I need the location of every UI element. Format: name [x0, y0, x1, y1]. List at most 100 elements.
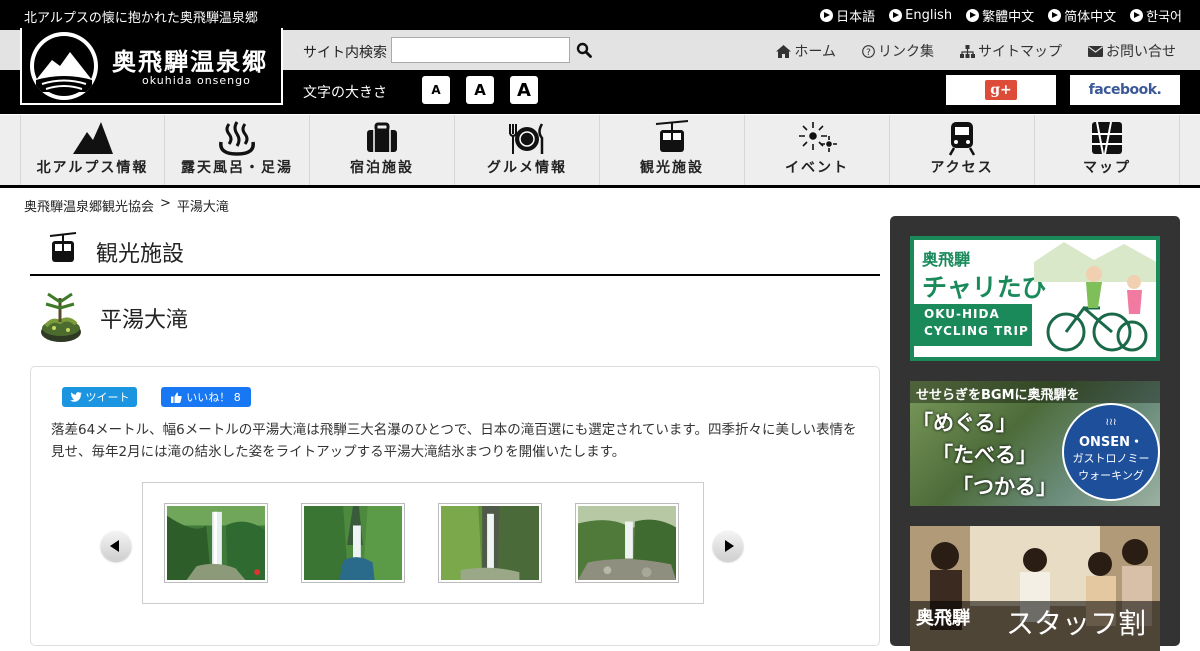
waterfall-photo-icon — [578, 506, 676, 580]
fireworks-icon — [799, 122, 837, 152]
sitemap-link[interactable]: サイトマップ — [960, 41, 1062, 61]
map-icon — [1092, 121, 1122, 155]
lang-korean[interactable]: 한국어 — [1130, 6, 1182, 25]
nav-label: マップ — [1083, 160, 1131, 176]
nav-sightseeing[interactable]: 観光施設 — [600, 115, 745, 185]
font-size-small-button[interactable]: A — [422, 76, 450, 104]
envelope-icon — [1088, 45, 1103, 57]
font-size-medium-button[interactable]: A — [466, 76, 494, 104]
site-tagline: 北アルプスの懐に抱かれた奥飛騨温泉郷 — [24, 11, 258, 26]
gallery-thumb-4[interactable] — [575, 503, 679, 583]
facebook-like-button[interactable]: いいね！ 8 — [161, 387, 251, 407]
gallery-thumb-3[interactable] — [438, 503, 542, 583]
home-link[interactable]: ホーム — [776, 41, 836, 61]
ropeway-icon — [49, 232, 77, 262]
like-label: いいね！ 8 — [186, 391, 241, 404]
nav-label: 宿泊施設 — [350, 160, 414, 176]
badge-text: ウォーキング — [1078, 469, 1144, 482]
google-plus-icon: g+ — [985, 80, 1017, 100]
lang-label: 简体中文 — [1064, 10, 1117, 25]
nav-accommodation[interactable]: 宿泊施設 — [310, 115, 455, 185]
arrow-circle-icon — [966, 9, 980, 22]
banner-text: 「めぐる」 — [912, 411, 1017, 435]
home-icon — [776, 44, 792, 58]
nav-map[interactable]: マップ — [1035, 115, 1180, 185]
top-bar: 北アルプスの懐に抱かれた奥飛騨温泉郷 日本語 English 繁體中文 简体中文… — [0, 0, 1200, 30]
question-icon: ? — [862, 44, 875, 58]
contact-link-label: お問い合せ — [1106, 44, 1176, 60]
banner-text: せせらぎをBGMに奥飛騨を — [916, 388, 1080, 403]
lang-label: 한국어 — [1146, 10, 1182, 25]
onsen-badge: ≀≀≀ ONSEN・ ガストロノミー ウォーキング — [1062, 403, 1160, 501]
font-size-label: 文字の大きさ — [303, 85, 387, 101]
arrow-circle-icon — [1048, 9, 1062, 22]
twitter-bird-icon — [69, 392, 82, 402]
main-nav: 北アルプス情報 露天風呂・足湯 宿泊施設 グルメ情報 観光施設 イベント アクセ… — [20, 115, 1180, 185]
onsen-gastronomy-banner[interactable]: せせらぎをBGMに奥飛騨を 「めぐる」 「たべる」 「つかる」 ≀≀≀ ONSE… — [910, 381, 1160, 506]
lang-japanese[interactable]: 日本語 — [820, 6, 875, 25]
section-title: 観光施設 — [96, 242, 185, 267]
banner-text: スタッフ割 — [1006, 607, 1147, 640]
waterfall-photo-icon — [304, 506, 402, 580]
lang-simplified-chinese[interactable]: 简体中文 — [1048, 6, 1116, 25]
nav-label: イベント — [785, 160, 849, 176]
content-card: ツイート いいね！ 8 落差64メートル、幅6メートルの平湯大滝は飛騨三大名瀑の… — [30, 366, 880, 646]
nav-label: 露天風呂・足湯 — [181, 160, 293, 176]
sitemap-link-label: サイトマップ — [978, 44, 1062, 60]
nav-label: アクセス — [930, 160, 994, 176]
ropeway-icon — [655, 120, 689, 152]
staff-discount-banner[interactable]: 奥飛騨 スタッフ割 — [910, 526, 1160, 651]
cycling-trip-banner[interactable]: 奥飛騨 チャリたび OKU-HIDA CYCLING TRIP — [910, 236, 1160, 361]
lang-english[interactable]: English — [889, 6, 952, 25]
section-header: 観光施設 — [30, 226, 880, 276]
search-label: サイト内検索 — [303, 45, 387, 61]
facebook-button[interactable]: facebook. — [1070, 75, 1180, 105]
lang-label: 日本語 — [836, 10, 876, 25]
train-icon — [948, 122, 976, 156]
item-title: 平湯大滝 — [100, 308, 189, 333]
mountain-logo-icon — [30, 32, 98, 100]
nav-hot-springs[interactable]: 露天風呂・足湯 — [165, 115, 310, 185]
breadcrumb-separator: > — [160, 196, 171, 211]
gallery-prev-button[interactable] — [101, 531, 131, 561]
site-logo[interactable]: 奥飛騨温泉郷 okuhida onsengo — [20, 28, 283, 105]
breadcrumb-current: 平湯大滝 — [176, 200, 229, 215]
nav-label: 観光施設 — [640, 160, 704, 176]
nav-north-alps[interactable]: 北アルプス情報 — [20, 115, 165, 185]
banner-text: チャリたび — [922, 273, 1047, 302]
description-text: 落差64メートル、幅6メートルの平湯大滝は飛騨三大名瀑のひとつで、日本の滝百選に… — [51, 422, 857, 460]
utility-nav: ホーム ? リンク集 サイトマップ お問い合せ — [776, 41, 1176, 61]
banner-text: OKU-HIDA — [924, 307, 1000, 321]
gallery-thumb-2[interactable] — [301, 503, 405, 583]
gallery-next-button[interactable] — [713, 531, 743, 561]
tweet-button[interactable]: ツイート — [62, 387, 137, 407]
banner-text: 「つかる」 — [952, 475, 1057, 499]
lang-traditional-chinese[interactable]: 繁體中文 — [966, 6, 1034, 25]
banner-text: 奥飛騨 — [916, 608, 970, 629]
logo-subtitle: okuhida onsengo — [142, 74, 251, 87]
sidebar: 奥飛騨 チャリたび OKU-HIDA CYCLING TRIP せせらぎをBGM… — [890, 216, 1180, 651]
badge-text: ONSEN・ — [1078, 435, 1144, 450]
arrow-circle-icon — [1130, 9, 1144, 22]
search-icon[interactable] — [576, 42, 592, 58]
nav-events[interactable]: イベント — [745, 115, 890, 185]
logo-title: 奥飛騨温泉郷 — [112, 47, 268, 76]
waterfall-photo-icon — [441, 506, 539, 580]
banner-text: 奥飛騨 — [922, 250, 971, 269]
gallery-thumb-1[interactable] — [164, 503, 268, 583]
breadcrumb-home-link[interactable]: 奥飛騨温泉郷観光協会 — [24, 196, 154, 215]
search-input[interactable] — [391, 37, 570, 63]
nav-access[interactable]: アクセス — [890, 115, 1035, 185]
font-size-large-button[interactable]: A — [510, 76, 538, 104]
nav-gourmet[interactable]: グルメ情報 — [455, 115, 600, 185]
links-link[interactable]: ? リンク集 — [862, 41, 934, 61]
arrow-circle-icon — [889, 9, 903, 22]
contact-link[interactable]: お問い合せ — [1088, 41, 1176, 61]
banner-text: CYCLING TRIP — [924, 324, 1029, 338]
home-link-label: ホーム — [794, 44, 836, 60]
google-plus-button[interactable]: g+ — [946, 75, 1056, 105]
badge-text: ガストロノミー — [1072, 452, 1150, 465]
dining-icon — [509, 123, 544, 154]
svg-text:?: ? — [866, 48, 871, 58]
facebook-logo: facebook. — [1088, 82, 1162, 98]
